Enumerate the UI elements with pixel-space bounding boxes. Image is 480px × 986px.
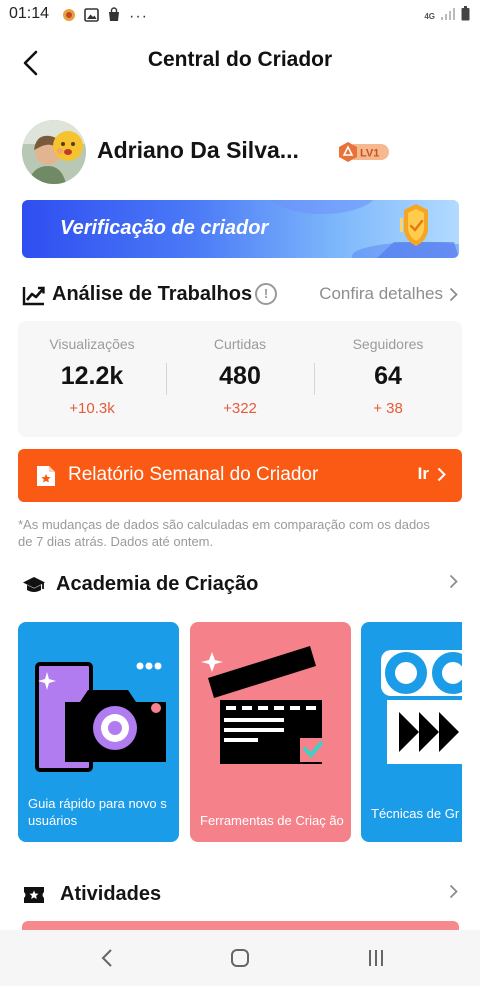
nav-recents-icon: [369, 950, 383, 966]
avatar[interactable]: [22, 120, 86, 184]
chevron-right-icon: [449, 884, 458, 899]
profile-name: Adriano Da Silva...: [97, 137, 299, 163]
graduation-cap-icon: [23, 577, 45, 592]
analysis-title: Análise de Trabalhos: [52, 283, 253, 305]
info-icon[interactable]: !: [255, 283, 277, 305]
stat-divider: [314, 363, 315, 395]
stat-delta: +322: [223, 400, 257, 417]
status-system-icons: 4G: [424, 6, 470, 26]
shopping-bag-icon: [107, 7, 121, 27]
status-time: 01:14: [9, 5, 50, 22]
level-text: LV1: [360, 148, 379, 160]
stat-value: 12.2k: [60, 362, 124, 390]
stat-label: Seguidores: [352, 336, 424, 352]
card-background: [190, 622, 351, 842]
signal-icon: [440, 7, 456, 26]
activities-section-header[interactable]: Atividades: [22, 880, 458, 910]
chevron-right-icon: [437, 467, 446, 481]
chevron-right-icon: [449, 574, 458, 589]
creator-verification-banner[interactable]: Verificação de criador: [22, 200, 459, 258]
nav-home-button[interactable]: [225, 944, 255, 972]
academy-title: Academia de Criação: [56, 573, 259, 595]
academy-card-creation-tools[interactable]: Ferramentas de Criaç ão: [190, 622, 351, 842]
academy-section-header[interactable]: Academia de Criação: [22, 570, 458, 600]
stat-value: 480: [219, 362, 261, 390]
app-header: Central do Criador: [0, 38, 480, 86]
details-link-label: Confira detalhes: [319, 284, 443, 303]
weekly-report-go: Ir: [418, 464, 446, 484]
weekly-report-button[interactable]: Relatório Semanal do Criador Ir: [18, 449, 462, 502]
battery-icon: [461, 6, 470, 26]
academy-cards-carousel[interactable]: Guia rápido para novo s usuários Ferrame…: [18, 622, 462, 842]
nav-recents-button[interactable]: [361, 944, 391, 972]
card-label: Técnicas de Gr: [371, 806, 460, 821]
analysis-section-header: Análise de Trabalhos ! Confira detalhes: [22, 280, 458, 310]
ticket-star-icon: [24, 887, 44, 903]
stat-label: Visualizações: [49, 336, 135, 352]
stat-likes[interactable]: Curtidas 480 +322: [166, 321, 314, 437]
verification-banner-text: Verificação de criador: [60, 217, 269, 239]
gallery-icon: [84, 7, 99, 27]
nav-back-button[interactable]: [92, 944, 122, 972]
weekly-report-label: Relatório Semanal do Criador: [68, 464, 319, 485]
card-label: Guia rápido para novo s usuários: [28, 796, 167, 828]
shield-badge-icon: [400, 204, 428, 246]
stat-delta: + 38: [373, 400, 403, 417]
stats-card: Visualizações 12.2k +10.3k Curtidas 480 …: [18, 321, 462, 437]
stat-value: 64: [374, 362, 402, 390]
stat-divider: [166, 363, 167, 395]
card-label: Ferramentas de Criaç ão: [200, 813, 344, 828]
academy-card-quick-guide[interactable]: Guia rápido para novo s usuários: [18, 622, 179, 842]
data-footnote: *As mudanças de dados são calculadas em …: [18, 517, 430, 549]
more-notifications-icon: ···: [129, 8, 148, 25]
report-document-icon: [37, 466, 55, 486]
film-reel-icon: [381, 650, 462, 764]
details-link[interactable]: Confira detalhes: [319, 284, 458, 304]
academy-card-filming-techniques[interactable]: Técnicas de Gr: [361, 622, 462, 842]
nav-back-icon: [101, 949, 112, 967]
chevron-right-icon: [449, 287, 458, 301]
weekly-report-action: Ir: [417, 464, 429, 483]
activities-more-link[interactable]: [449, 884, 458, 899]
page-title: Central do Criador: [147, 48, 333, 71]
stat-views[interactable]: Visualizações 12.2k +10.3k: [18, 321, 166, 437]
status-notification-icons: ···: [62, 7, 148, 27]
nav-home-icon: [231, 949, 249, 967]
network-type-label: 4G: [424, 11, 435, 21]
level-badge[interactable]: LV1: [337, 141, 390, 163]
activities-title: Atividades: [60, 883, 162, 905]
stat-delta: +10.3k: [69, 400, 115, 417]
app-notification-icon: [62, 8, 76, 27]
academy-more-link[interactable]: [449, 574, 458, 589]
stat-followers[interactable]: Seguidores 64 + 38: [314, 321, 462, 437]
system-navigation-bar: [0, 930, 480, 986]
stat-label: Curtidas: [213, 336, 267, 352]
trending-up-icon: [22, 286, 45, 306]
status-bar: 01:14 ··· 4G: [0, 0, 480, 30]
